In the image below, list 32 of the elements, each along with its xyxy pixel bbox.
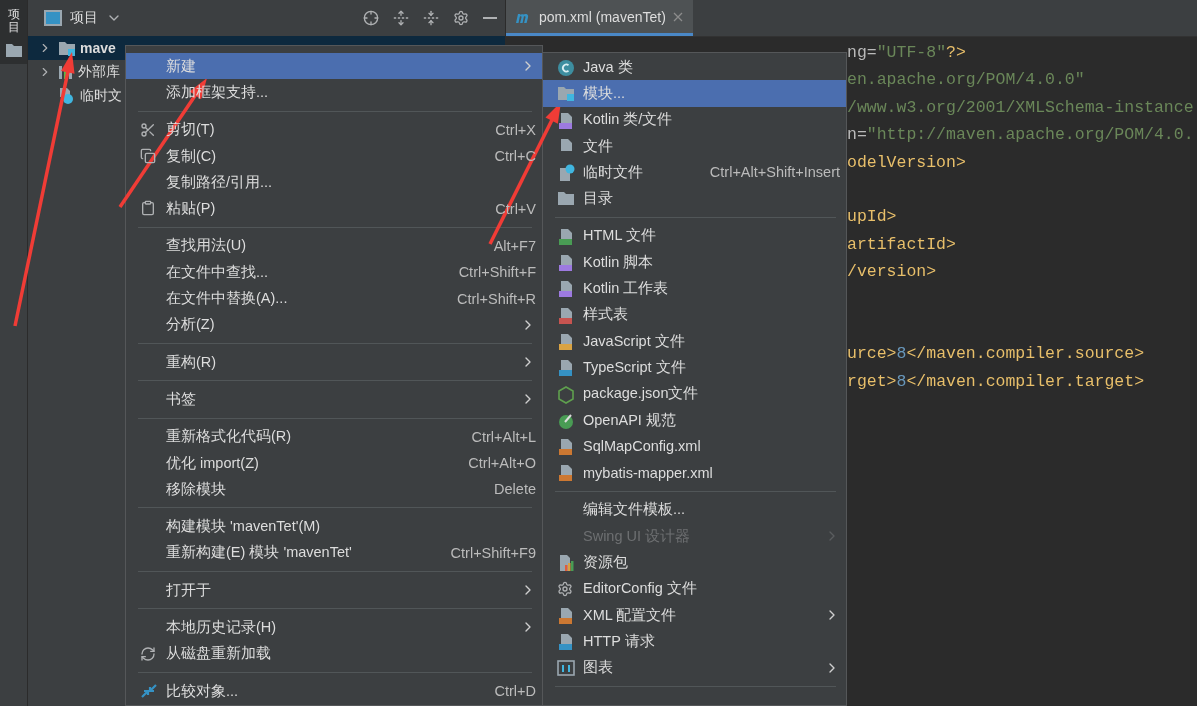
code-token: upId> <box>847 207 897 227</box>
tree-label: mave <box>80 40 116 56</box>
code-token: "http://maven.apache.org/POM/4.0. <box>866 125 1194 145</box>
tool-window-label: 项目 <box>7 8 20 35</box>
code-token: n= <box>847 125 867 145</box>
shortcut-label: Ctrl+Alt+L <box>470 428 536 445</box>
code-token: en.apache.org/POM/4.0.0" <box>847 70 1085 90</box>
shortcut-label: Alt+F7 <box>492 237 536 254</box>
code-token: ng= <box>847 43 877 62</box>
shortcut-label: Ctrl+D <box>493 683 536 700</box>
shortcut-label: Ctrl+Alt+O <box>467 455 536 471</box>
code-token: urce> <box>847 344 897 364</box>
code-token: 8 <box>896 371 907 391</box>
code-token: ?> <box>946 43 966 62</box>
code-token: /version> <box>847 262 937 282</box>
code-token: /www.w3.org/2001/XMLSchema-instance <box>847 97 1194 117</box>
tree-label: 外部库 <box>78 63 120 81</box>
code-token: 8 <box>896 344 907 364</box>
panel-title: 项目 <box>70 9 98 27</box>
shortcut-label: Ctrl+Shift+F9 <box>449 544 536 561</box>
tree-label: 临时文 <box>80 87 122 105</box>
code-token: odelVersion> <box>847 152 966 172</box>
code-token: </maven.compiler.target> <box>906 371 1145 391</box>
code-token: rget> <box>847 371 897 391</box>
shortcut-label: Delete <box>493 481 536 498</box>
shortcut-label: Ctrl+Alt+Shift+Insert <box>708 164 840 181</box>
shortcut-label: Ctrl+X <box>494 121 536 138</box>
code-token: "UTF-8" <box>876 43 947 62</box>
code-token: </maven.compiler.source> <box>906 344 1145 364</box>
shortcut-label: Ctrl+Shift+R <box>456 290 536 307</box>
shortcut-label: Ctrl+Shift+F <box>457 264 536 281</box>
code-token: artifactId> <box>847 234 956 254</box>
